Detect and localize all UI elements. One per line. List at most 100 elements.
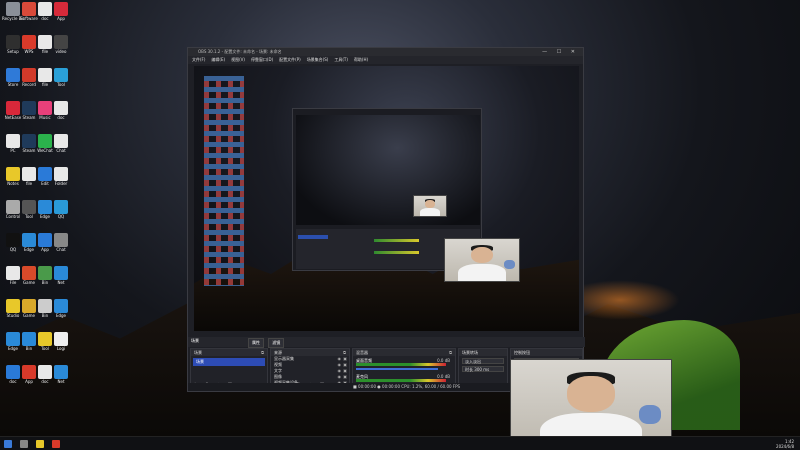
folder-icon[interactable] (36, 440, 44, 448)
desktop-icon[interactable]: Edge (50, 299, 72, 318)
search-icon[interactable] (20, 440, 28, 448)
app-icon[interactable] (52, 440, 60, 448)
desktop-app-icon (54, 299, 68, 313)
transitions-title-text: 场景转场 (462, 350, 478, 355)
mixer-title-text: 混音器 (356, 350, 368, 355)
desktop-app-icon (54, 134, 68, 148)
desktop-icon-label: video (55, 49, 67, 54)
desktop-icon[interactable]: App (50, 2, 72, 21)
toy (639, 404, 662, 425)
desktop-app-icon (54, 365, 68, 379)
desktop-icon-label: Net (57, 280, 65, 285)
shirt (458, 264, 506, 281)
mixer-dock-title: 混音器 ⧉ (353, 349, 455, 356)
desktop-app-icon (54, 2, 68, 16)
preview-desktop-icons (204, 76, 244, 286)
menu-item[interactable]: 停靠窗口(D) (251, 57, 273, 62)
start-icon[interactable] (4, 440, 12, 448)
desktop-app-icon (54, 233, 68, 247)
desktop-icon[interactable]: Net (50, 365, 72, 384)
scenes-title-text: 场景 (194, 350, 202, 355)
obs-title-text: OBS 30.1.2 - 配置文件: 未命名 - 场景: 未命名 (198, 49, 282, 54)
taskbar: 1:42 2024/6/8 (0, 436, 800, 450)
obs-menubar: 文件(F) 编辑(E) 视图(V) 停靠窗口(D) 配置文件(P) 场景集合(S) 工具(T… (188, 56, 583, 64)
desktop-icon[interactable]: Logi (50, 332, 72, 351)
properties-button[interactable]: 属性 (248, 338, 264, 348)
filters-button[interactable]: 滤镜 (268, 338, 285, 348)
menu-item[interactable]: 场景集合(S) (307, 57, 329, 62)
system-tray-clock[interactable]: 1:42 2024/6/8 (776, 439, 794, 449)
desktop-icon-label: Net (57, 379, 65, 384)
transitions-dock-title: 场景转场 (459, 349, 507, 356)
desktop-app-icon (54, 200, 68, 214)
preview-webcam-source[interactable] (444, 238, 520, 282)
desktop-icon-label: Chat (56, 148, 66, 153)
menu-item[interactable]: 视图(V) (231, 57, 245, 62)
menu-item[interactable]: 编辑(E) (211, 57, 225, 62)
scene-item[interactable]: 场景 (193, 358, 265, 366)
desktop-icon[interactable]: video (50, 35, 72, 54)
source-label: 视频 (274, 362, 282, 367)
dock-menu-icon[interactable]: ⧉ (449, 349, 452, 356)
dock-menu-icon[interactable]: ⧉ (343, 349, 346, 356)
volume-meter (356, 363, 446, 366)
desktop-icon-label: Logi (56, 346, 66, 351)
volume-fader[interactable] (356, 368, 438, 370)
nested-preview (296, 115, 480, 225)
desktop-icon-label: Folder (54, 181, 68, 186)
desktop-icon-label: App (57, 16, 65, 21)
desktop-icon-label: Chat (56, 247, 66, 252)
tray-date: 2024/6/8 (776, 444, 794, 449)
duration-label: 时长 (465, 367, 473, 372)
menu-item[interactable]: 配置文件(P) (279, 57, 301, 62)
source-label: 文字 (274, 368, 282, 373)
desktop-icon[interactable]: QQ (50, 200, 72, 219)
duration-value: 300 ms (474, 367, 490, 372)
desktop-icon[interactable]: Chat (50, 233, 72, 252)
face (567, 376, 615, 412)
mixer-channel: 桌面音频 0.0 dB (356, 358, 452, 372)
desktop-icon[interactable]: doc (50, 101, 72, 120)
transition-type-select[interactable]: 淡入淡出 (462, 358, 504, 364)
sources-title-text: 来源 (274, 350, 282, 355)
obs-titlebar: OBS 30.1.2 - 配置文件: 未命名 - 场景: 未命名 — ☐ ✕ (188, 48, 583, 56)
volume-meter (356, 379, 446, 382)
nested-webcam (413, 195, 447, 217)
source-label: 显示器采集 (274, 356, 294, 361)
desktop-app-icon (54, 35, 68, 49)
sources-dock-title: 来源 ⧉ (271, 349, 349, 356)
obs-window: OBS 30.1.2 - 配置文件: 未命名 - 场景: 未命名 — ☐ ✕ 文… (187, 47, 585, 392)
desktop-app-icon (54, 332, 68, 346)
menu-item[interactable]: 工具(T) (334, 57, 348, 62)
transition-duration[interactable]: 时长 300 ms (462, 366, 504, 372)
nested-meter-1 (374, 239, 419, 242)
nested-scene-selected (298, 235, 328, 239)
desktop-icon[interactable]: Chat (50, 134, 72, 153)
source-label: 图像 (274, 374, 282, 379)
dock-menu-icon[interactable]: ⧉ (261, 349, 264, 356)
face (470, 246, 494, 264)
scene-toolbar: 场景 属性 滤镜 (188, 337, 585, 348)
desktop-icon-grid: Recycle Bin Software doc App Setup WPS file vid… (2, 2, 72, 422)
window-controls[interactable]: — ☐ ✕ (542, 48, 579, 56)
menu-item[interactable]: 文件(F) (192, 57, 205, 62)
controls-dock-title: 控制按钮 (511, 349, 582, 356)
desktop-icon-label: doc (57, 115, 65, 120)
toy (504, 260, 515, 270)
desktop-icon[interactable]: Net (50, 266, 72, 285)
controls-title-text: 控制按钮 (514, 350, 530, 355)
nested-meter-2 (374, 251, 419, 254)
desktop-app-icon (54, 68, 68, 82)
desktop-app-icon (54, 167, 68, 181)
desktop-icon-label: Tool (57, 82, 65, 87)
menu-item[interactable]: 帮助(H) (354, 57, 368, 62)
desktop-icon-label: Edge (55, 313, 67, 318)
desktop-icon[interactable]: Tool (50, 68, 72, 87)
scene-toolbar-label: 场景 (191, 338, 199, 343)
obs-preview[interactable] (194, 66, 579, 331)
desktop-app-icon (54, 101, 68, 115)
desktop-icon[interactable]: Folder (50, 167, 72, 186)
desktop-icon-label: QQ (57, 214, 65, 219)
scenes-dock-title: 场景 ⧉ (191, 349, 267, 356)
desktop-app-icon (54, 266, 68, 280)
